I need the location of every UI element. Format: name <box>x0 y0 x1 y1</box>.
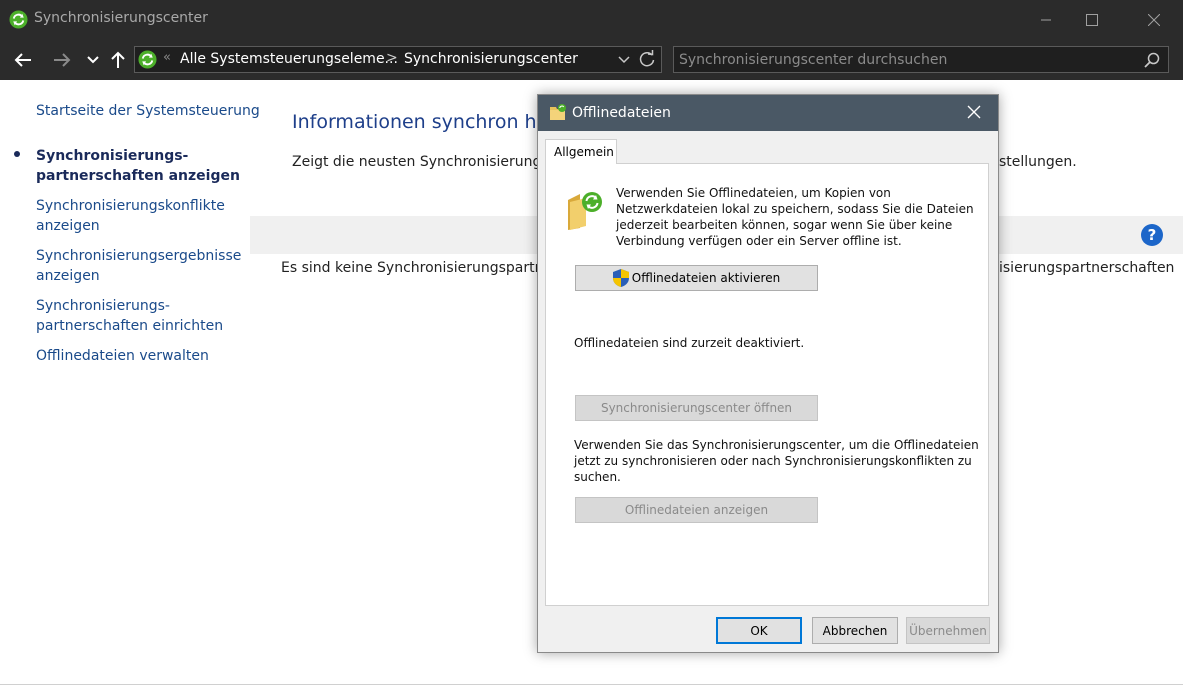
breadcrumb-separator[interactable]: > <box>386 50 398 66</box>
status-text: Offlinedateien sind zurzeit deaktiviert. <box>574 336 805 350</box>
chevron-down-icon[interactable] <box>617 51 631 67</box>
sync-line: Verwenden Sie das Synchronisierungscente… <box>574 438 979 452</box>
window-title: Synchronisierungscenter <box>34 10 208 26</box>
sidebar-item-view-partnerships-line2[interactable]: partnerschaften anzeigen <box>36 166 240 186</box>
breadcrumb-sync-center[interactable]: Synchronisierungscenter <box>404 51 578 67</box>
uac-shield-icon <box>612 269 629 287</box>
search-icon[interactable] <box>1144 52 1160 68</box>
recent-locations-button[interactable] <box>82 50 104 70</box>
forward-button[interactable] <box>51 50 73 70</box>
apply-button[interactable]: Übernehmen <box>906 617 990 644</box>
breadcrumb-control-panel[interactable]: Alle Systemsteuerungseleme... <box>180 51 398 67</box>
sync-line: jetzt zu synchronisieren oder nach Synch… <box>574 454 972 468</box>
sidebar-item-setup-partnerships[interactable]: Synchronisierungs- <box>36 296 170 316</box>
sidebar-item-setup-partnerships-line2[interactable]: partnerschaften einrichten <box>36 316 223 336</box>
ok-button[interactable]: OK <box>716 617 802 644</box>
maximize-icon <box>1086 14 1098 26</box>
cancel-button[interactable]: Abbrechen <box>812 617 898 644</box>
page-description-tail: stellungen. <box>999 154 1077 170</box>
refresh-icon[interactable] <box>638 50 656 68</box>
empty-state-text: Es sind keine Synchronisierungspartners <box>281 260 566 276</box>
sidebar-item-control-panel-home[interactable]: Startseite der Systemsteuerung <box>36 101 260 121</box>
intro-line: Verwenden Sie Offlinedateien, um Kopien … <box>616 186 891 200</box>
minimize-icon <box>1041 19 1051 21</box>
sidebar-item-view-partnerships[interactable]: Synchronisierungs- <box>36 146 188 166</box>
up-button[interactable] <box>107 50 129 70</box>
arrow-up-icon <box>111 51 125 68</box>
sync-line: suchen. <box>574 470 621 484</box>
tab-general[interactable]: Allgemein <box>545 139 617 164</box>
close-icon <box>1148 14 1160 26</box>
chevron-down-icon <box>87 56 99 64</box>
maximize-button[interactable] <box>1069 0 1115 40</box>
sync-icon <box>9 10 28 29</box>
search-input[interactable] <box>679 50 1129 69</box>
arrow-right-icon <box>54 53 71 67</box>
activate-offline-files-button[interactable]: Offlinedateien aktivieren <box>575 265 818 291</box>
minimize-button[interactable] <box>1023 0 1069 40</box>
sidebar-item-view-conflicts[interactable]: Synchronisierungskonflikte <box>36 196 225 216</box>
empty-state-text-tail: isierungspartnerschaften <box>999 260 1175 276</box>
activate-button-label: Offlinedateien aktivieren <box>631 271 781 285</box>
address-bar[interactable]: « Alle Systemsteuerungseleme... > Synchr… <box>134 46 662 73</box>
close-icon[interactable] <box>966 104 982 120</box>
offline-folder-icon <box>568 192 602 230</box>
sidebar-item-view-results[interactable]: Synchronisierungsergebnisse <box>36 246 241 266</box>
offline-folder-icon <box>550 104 566 120</box>
dialog-titlebar: Offlinedateien <box>538 95 998 131</box>
show-offline-files-button[interactable]: Offlinedateien anzeigen <box>575 497 818 523</box>
close-window-button[interactable] <box>1131 0 1177 40</box>
open-sync-center-button[interactable]: Synchronisierungscenter öffnen <box>575 395 818 421</box>
back-button[interactable] <box>12 50 34 70</box>
intro-text: Verwenden Sie Offlinedateien, um Kopien … <box>616 185 974 249</box>
intro-line: Verbindung verfügen oder ein Server offl… <box>616 234 902 248</box>
window-titlebar: Synchronisierungscenter <box>0 0 1183 40</box>
sidebar-item-manage-offline-files[interactable]: Offlinedateien verwalten <box>36 346 209 366</box>
search-box[interactable] <box>673 46 1169 73</box>
arrow-left-icon <box>14 53 31 67</box>
sidebar-item-view-results-line2[interactable]: anzeigen <box>36 266 100 286</box>
intro-line: Netzwerkdateien lokal zu speichern, soda… <box>616 202 974 216</box>
help-icon[interactable]: ? <box>1141 224 1163 246</box>
breadcrumb-overflow[interactable]: « <box>163 50 171 65</box>
sync-center-text: Verwenden Sie das Synchronisierungscente… <box>574 437 979 485</box>
sidebar-item-view-conflicts-line2[interactable]: anzeigen <box>36 216 100 236</box>
dialog-title: Offlinedateien <box>572 105 671 121</box>
active-bullet <box>14 151 20 157</box>
page-title: Informationen synchron halt <box>292 111 561 133</box>
intro-line: jederzeit bearbeiten können, sogar wenn … <box>616 218 953 232</box>
page-description: Zeigt die neusten Synchronisierungsa <box>292 154 558 170</box>
sync-icon <box>138 50 157 69</box>
